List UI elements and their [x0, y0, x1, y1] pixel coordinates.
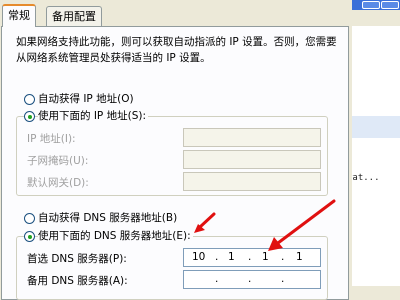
preferred-dns-octet-1: 10	[192, 251, 206, 263]
preferred-dns-field[interactable]: 10 . 1 . 1 . 1	[183, 248, 321, 267]
manual-ip-label[interactable]: 使用下面的 IP 地址(S):	[38, 108, 148, 123]
default-gateway-label: 默认网关(D):	[27, 177, 89, 189]
background-selected-row	[351, 116, 400, 138]
manual-dns-radio[interactable]	[24, 231, 35, 242]
subnet-mask-label: 子网掩码(U):	[27, 155, 89, 167]
octet-separator: .	[215, 251, 219, 263]
octet-separator: .	[248, 251, 252, 263]
auto-dns-label[interactable]: 自动获得 DNS 服务器地址(B)	[38, 210, 177, 225]
preferred-dns-octet-4: 1	[296, 251, 303, 263]
octet-separator: .	[281, 251, 285, 263]
preferred-dns-octet-2: 1	[228, 251, 235, 263]
octet-separator: .	[281, 273, 285, 285]
preferred-dns-label: 首选 DNS 服务器(P):	[27, 253, 127, 265]
alternate-dns-label: 备用 DNS 服务器(A):	[27, 275, 128, 287]
tcpip-properties-dialog: 常规 备用配置 如果网络支持此功能，则可以获取自动指派的 IP 设置。否则，您需…	[0, 0, 352, 300]
auto-dns-radio[interactable]	[24, 213, 35, 224]
tab-alternate-config[interactable]: 备用配置	[46, 6, 102, 26]
auto-ip-label[interactable]: 自动获得 IP 地址(O)	[38, 91, 134, 106]
ip-address-label: IP 地址(I):	[27, 133, 76, 145]
minimize-icon[interactable]	[362, 1, 380, 9]
manual-dns-label[interactable]: 使用下面的 DNS 服务器地址(E):	[38, 228, 193, 243]
tab-general[interactable]: 常规	[2, 4, 36, 27]
ip-address-field[interactable]	[183, 128, 321, 147]
dns-server-group	[16, 236, 328, 300]
octet-separator: .	[248, 273, 252, 285]
auto-ip-radio[interactable]	[24, 94, 35, 105]
manual-ip-radio[interactable]	[24, 111, 35, 122]
alternate-dns-field[interactable]: . . .	[183, 270, 321, 289]
preferred-dns-octet-3: 1	[262, 251, 269, 263]
maximize-icon[interactable]	[381, 1, 399, 9]
intro-text: 如果网络支持此功能，则可以获取自动指派的 IP 设置。否则，您需要从网络系统管理…	[16, 36, 337, 64]
subnet-mask-field[interactable]	[183, 150, 321, 169]
octet-separator: .	[215, 273, 219, 285]
default-gateway-field[interactable]	[183, 172, 321, 191]
